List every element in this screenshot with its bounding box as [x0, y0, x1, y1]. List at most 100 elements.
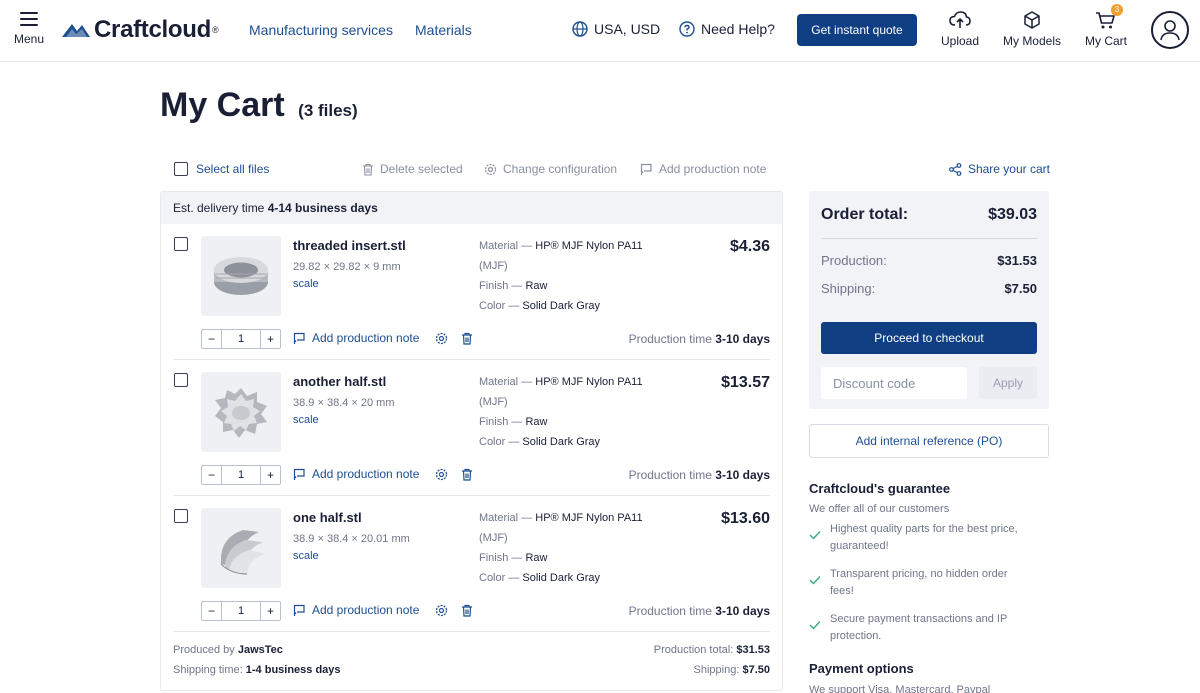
craftcloud-logo-icon: [62, 24, 90, 37]
region-selector[interactable]: USA, USD: [572, 21, 660, 37]
nav-materials[interactable]: Materials: [415, 22, 472, 38]
production-time: Production time 3-10 days: [628, 468, 770, 482]
produced-by: Produced by JawsTec: [173, 644, 283, 656]
help-circle-icon: [679, 21, 695, 37]
add-note-label: Add production note: [312, 331, 420, 345]
file-name[interactable]: one half.stl: [293, 510, 362, 525]
decrease-quantity-button[interactable]: −: [202, 466, 221, 484]
production-row: Production: $31.53: [821, 253, 1037, 268]
decrease-quantity-button[interactable]: −: [202, 602, 221, 620]
model-thumbnail[interactable]: [201, 236, 281, 316]
top-header: Menu Craftcloud ® Manufacturing services …: [0, 0, 1200, 62]
delivery-prefix: Est. delivery time: [173, 201, 268, 215]
quantity-input[interactable]: 1: [221, 466, 261, 484]
order-total-label: Order total:: [821, 206, 909, 223]
delivery-value: 4-14 business days: [267, 201, 378, 215]
cube-icon: [1024, 11, 1040, 29]
cart-panel: Est. delivery time 4-14 business days th…: [160, 191, 783, 691]
shipping-cost: Shipping: $7.50: [693, 664, 770, 676]
share-icon: [949, 162, 962, 176]
upload-button[interactable]: Upload: [940, 10, 980, 48]
get-instant-quote-button[interactable]: Get instant quote: [797, 14, 917, 46]
file-name[interactable]: threaded insert.stl: [293, 238, 406, 253]
item-checkbox[interactable]: [174, 237, 188, 251]
my-cart-button[interactable]: 3 My Cart: [1083, 4, 1129, 48]
need-help-link[interactable]: Need Help?: [679, 21, 775, 37]
quantity-stepper: − 1 +: [201, 329, 281, 349]
share-cart-button[interactable]: Share your cart: [949, 162, 1050, 176]
file-dimensions: 38.9 × 38.4 × 20 mm: [293, 397, 395, 409]
guarantee-subtitle: We offer all of our customers: [809, 503, 950, 515]
cloud-upload-icon: [949, 11, 971, 28]
select-all-files[interactable]: Select all files: [174, 162, 269, 176]
add-note-label: Add production note: [312, 467, 420, 481]
scale-link[interactable]: scale: [293, 278, 319, 290]
delete-item-trash-icon[interactable]: [461, 332, 473, 345]
shipping-row: Shipping: $7.50: [821, 281, 1037, 296]
item-checkbox[interactable]: [174, 509, 188, 523]
page-title-text: My Cart: [160, 86, 285, 124]
scale-link[interactable]: scale: [293, 550, 319, 562]
delete-item-trash-icon[interactable]: [461, 604, 473, 617]
add-production-note-button[interactable]: Add production note: [293, 467, 419, 481]
add-production-note-button[interactable]: Add production note: [293, 603, 419, 617]
account-avatar[interactable]: [1151, 11, 1189, 49]
note-flag-icon: [293, 468, 305, 480]
change-configuration-button[interactable]: Change configuration: [484, 162, 617, 176]
spec-color: Color — Solid Dark Gray: [479, 300, 601, 312]
cart-item: another half.stl 38.9 × 38.4 × 20 mm sca…: [161, 360, 782, 496]
my-models-button[interactable]: My Models: [1002, 10, 1062, 48]
order-summary: Order total: $39.03 Production: $31.53 Sh…: [809, 191, 1049, 409]
increase-quantity-button[interactable]: +: [261, 466, 280, 484]
upload-label: Upload: [940, 34, 980, 48]
apply-discount-button[interactable]: Apply: [979, 367, 1037, 399]
guarantee-item: Highest quality parts for the best price…: [809, 521, 1049, 555]
scale-link[interactable]: scale: [293, 414, 319, 426]
spec-material: Material — HP® MJF Nylon PA11: [479, 512, 643, 524]
increase-quantity-button[interactable]: +: [261, 330, 280, 348]
configure-gear-icon[interactable]: [435, 468, 448, 481]
gear-icon: [484, 163, 497, 175]
payment-options-subtitle: We support Visa, Mastercard, Paypal: [809, 684, 991, 693]
quantity-stepper: − 1 +: [201, 465, 281, 485]
quantity-input[interactable]: 1: [221, 602, 261, 620]
toolbar-add-production-note[interactable]: Add production note: [640, 162, 766, 176]
guarantee-title: Craftcloud's guarantee: [809, 481, 951, 496]
globe-icon: [572, 21, 588, 37]
menu-label: Menu: [13, 32, 45, 46]
checkmark-icon: [809, 576, 821, 585]
delete-selected-button[interactable]: Delete selected: [362, 162, 463, 176]
share-cart-label: Share your cart: [967, 162, 1050, 176]
add-production-note-button[interactable]: Add production note: [293, 331, 419, 345]
quantity-stepper: − 1 +: [201, 601, 281, 621]
production-total: Production total: $31.53: [653, 644, 770, 656]
item-price: $13.60: [721, 510, 770, 527]
spec-finish: Finish — Raw: [479, 552, 548, 564]
select-all-checkbox[interactable]: [174, 162, 188, 176]
craftcloud-logo[interactable]: Craftcloud ®: [60, 16, 219, 44]
spec-material: Material — HP® MJF Nylon PA11: [479, 240, 643, 252]
note-flag-icon: [293, 332, 305, 344]
discount-code-input[interactable]: [821, 367, 967, 399]
delete-item-trash-icon[interactable]: [461, 468, 473, 481]
logo-registered-mark: ®: [212, 25, 219, 35]
increase-quantity-button[interactable]: +: [261, 602, 280, 620]
item-divider: [173, 631, 770, 632]
user-icon: [1160, 20, 1180, 41]
file-dimensions: 29.82 × 29.82 × 9 mm: [293, 261, 401, 273]
model-thumbnail[interactable]: [201, 508, 281, 588]
model-thumbnail[interactable]: [201, 372, 281, 452]
nav-manufacturing-services[interactable]: Manufacturing services: [249, 22, 393, 38]
menu-button[interactable]: Menu: [12, 12, 46, 46]
file-name[interactable]: another half.stl: [293, 374, 386, 389]
spec-finish: Finish — Raw: [479, 416, 548, 428]
item-checkbox[interactable]: [174, 373, 188, 387]
quantity-input[interactable]: 1: [221, 330, 261, 348]
add-internal-reference-button[interactable]: Add internal reference (PO): [809, 424, 1049, 458]
configure-gear-icon[interactable]: [435, 332, 448, 345]
configure-gear-icon[interactable]: [435, 604, 448, 617]
add-note-label: Add production note: [312, 603, 420, 617]
proceed-to-checkout-button[interactable]: Proceed to checkout: [821, 322, 1037, 354]
spec-material-cont: (MJF): [479, 396, 508, 408]
decrease-quantity-button[interactable]: −: [202, 330, 221, 348]
